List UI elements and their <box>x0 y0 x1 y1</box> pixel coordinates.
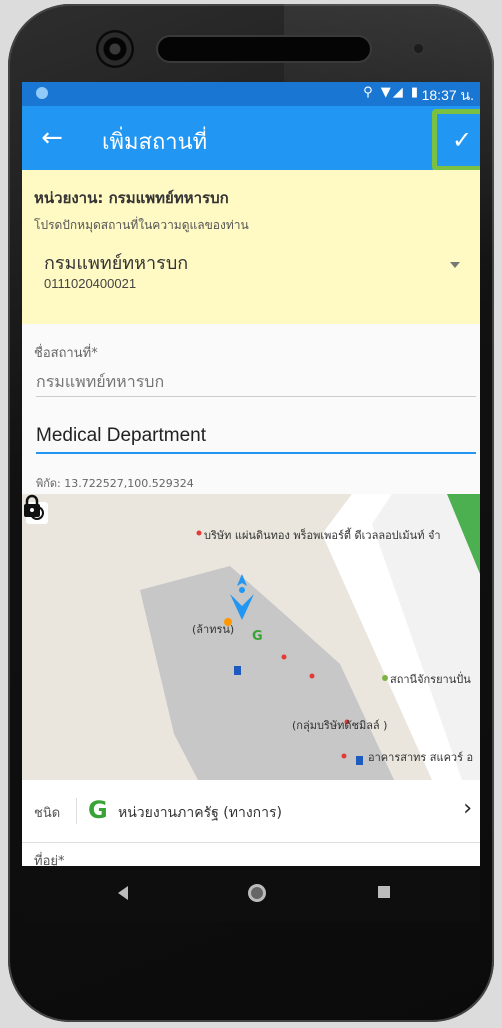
divider <box>76 798 77 824</box>
system-nav-bar <box>22 866 480 922</box>
type-label: ชนิด <box>34 806 61 821</box>
speaker-grille <box>158 37 370 61</box>
app-bar: ← เพิ่มสถานที่ <box>22 106 480 170</box>
poi-bike-icon <box>382 675 388 681</box>
screen: ⚲ ▼◢ ▮ 18:37 น. ← เพิ่มสถานที่ ✓ หน่วยงา… <box>22 82 480 870</box>
location-pin-head <box>239 587 245 593</box>
nav-recent-icon[interactable] <box>378 886 390 898</box>
map-label: อาคารสาทร สแควร์ อ <box>368 751 474 764</box>
poi-building-icon <box>356 756 363 765</box>
poi-building-icon <box>234 666 241 675</box>
place-form: ชื่อสถานที่* พิกัด: 13.722527,100.529324 <box>22 324 480 494</box>
poi-dot <box>341 753 347 759</box>
agency-title: หน่วยงาน: กรมแพทย์ทหารบก <box>34 189 229 207</box>
dropdown-arrow-icon <box>450 262 460 268</box>
check-icon: ✓ <box>451 126 473 154</box>
g-marker-icon: G <box>252 629 263 644</box>
agency-hint: โปรดปักหมุดสถานที่ในความดูแลของท่าน <box>34 218 249 232</box>
notification-icon <box>36 87 48 99</box>
place-name-label: ชื่อสถานที่* <box>34 346 98 361</box>
map-label: (กลุ่มบริษัทดัชมิลล์ ) <box>292 719 388 732</box>
nav-back-icon[interactable] <box>118 886 128 900</box>
map-label: สถานีจักรยานปั่น <box>390 673 471 686</box>
agency-selected-code: 0111020400021 <box>44 276 137 291</box>
map-label: (ล้าทรน) <box>192 623 235 636</box>
save-check-button[interactable]: ✓ <box>432 109 480 171</box>
status-bar: ⚲ ▼◢ ▮ 18:37 น. <box>22 82 480 106</box>
chevron-right-icon: › <box>463 796 472 821</box>
type-value: หน่วยงานภาครัฐ (ทางการ) <box>118 805 282 821</box>
map-label: บริษัท แผ่นดินทอง พร็อพเพอร์ตี้ ดีเวลลอป… <box>204 529 441 542</box>
place-name-th-input[interactable] <box>36 366 476 397</box>
sensor-dot <box>414 44 423 53</box>
government-g-icon: G <box>88 796 108 824</box>
lock-icon[interactable] <box>22 494 42 518</box>
status-icons: ⚲ ▼◢ ▮ <box>363 85 420 100</box>
page-title: เพิ่มสถานที่ <box>102 129 208 154</box>
nav-home-icon[interactable] <box>248 884 266 902</box>
back-arrow-icon[interactable]: ← <box>34 120 70 156</box>
coordinates-text: พิกัด: 13.722527,100.529324 <box>36 477 194 490</box>
poi-dot <box>281 654 287 660</box>
place-type-row[interactable]: ชนิด G หน่วยงานภาครัฐ (ทางการ) › <box>22 780 480 843</box>
agency-panel: หน่วยงาน: กรมแพทย์ทหารบก โปรดปักหมุดสถาน… <box>22 170 480 324</box>
poi-dot <box>309 673 315 679</box>
place-name-en-input[interactable] <box>36 420 476 454</box>
camera-icon <box>96 30 134 68</box>
status-time: 18:37 น. <box>421 87 474 103</box>
map-view[interactable]: G บริษัท แผ่นดินทอง พร็อพเพอร์ตี้ ดีเวลล… <box>22 494 480 780</box>
agency-selected-name: กรมแพทย์ทหารบก <box>44 253 189 274</box>
poi-dot <box>196 530 202 536</box>
